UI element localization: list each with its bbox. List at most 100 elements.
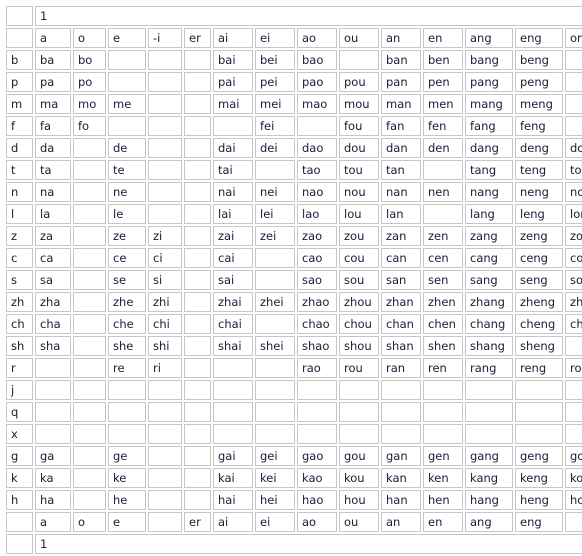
empty-cell [184,72,211,92]
final-header-e: e [108,28,146,48]
syllable-cell: ri [148,358,182,378]
empty-cell [73,446,106,466]
pinyin-syllable-table: 1aoe-ieraieiaoouanenangengongbbabobaibei… [4,4,582,556]
empty-cell [213,358,253,378]
syllable-cell: bang [465,50,513,70]
syllable-cell: cang [465,248,513,268]
syllable-row: zh zha zhe zhi zhai zhei zhao zhou zhan zhen zhang… [6,292,582,312]
empty-cell [184,336,211,356]
syllable-cell: gang [465,446,513,466]
syllable-cell: a [35,512,71,532]
empty-cell [73,424,106,444]
final-header-a: a [35,28,71,48]
syllable-cell: ao [297,512,337,532]
empty-cell [184,402,211,422]
empty-cell [148,424,182,444]
initial-label-g: g [6,446,33,466]
empty-cell [35,402,71,422]
syllable-cell: lan [381,204,421,224]
empty-cell [565,116,582,136]
empty-cell [184,270,211,290]
syllable-cell: teng [515,160,563,180]
syllable-cell: rou [339,358,379,378]
syllable-cell: lou [339,204,379,224]
empty-cell [73,248,106,268]
syllable-cell: dang [465,138,513,158]
syllable-cell: fo [73,116,106,136]
empty-cell [381,402,421,422]
syllable-row: x [6,424,582,444]
initial-label-blank [6,512,33,532]
syllable-cell: cha [35,314,71,334]
syllable-cell: rang [465,358,513,378]
syllable-cell: le [108,204,146,224]
syllable-cell: leng [515,204,563,224]
syllable-row: dda de daideidaodoudandendangdengdong [6,138,582,158]
initial-label-x: x [6,424,33,444]
syllable-cell: she [108,336,146,356]
empty-cell [297,116,337,136]
syllable-cell: pai [213,72,253,92]
empty-cell [423,160,463,180]
empty-cell [213,380,253,400]
initial-label-ch: ch [6,314,33,334]
syllable-cell: gei [255,446,295,466]
empty-cell [73,138,106,158]
syllable-cell: pao [297,72,337,92]
syllable-cell: si [148,270,182,290]
syllable-cell: chai [213,314,253,334]
syllable-cell: chong [565,314,582,334]
syllable-cell: na [35,182,71,202]
empty-cell [108,72,146,92]
empty-cell [339,50,379,70]
final-header-o: o [73,28,106,48]
empty-cell [108,380,146,400]
syllable-cell: zhong [565,292,582,312]
syllable-cell: tang [465,160,513,180]
empty-cell [35,380,71,400]
empty-cell [184,292,211,312]
syllable-cell: tou [339,160,379,180]
syllable-cell: bao [297,50,337,70]
empty-cell [184,314,211,334]
syllable-row: b ba bo bai bei bao ban ben bang beng [6,50,582,70]
initial-label-k: k [6,468,33,488]
syllable-cell: la [35,204,71,224]
empty-cell [255,314,295,334]
bottom-banner-corner-cell [6,534,33,554]
empty-cell [423,204,463,224]
empty-cell [148,160,182,180]
syllable-row: hha he haiheihaohouhanhenhanghenghong [6,490,582,510]
syllable-cell: me [108,94,146,114]
syllable-cell: cen [423,248,463,268]
final-header-ou: ou [339,28,379,48]
syllable-cell: shao [297,336,337,356]
syllable-cell: ba [35,50,71,70]
empty-cell [35,358,71,378]
empty-cell [184,182,211,202]
syllable-cell: mang [465,94,513,114]
syllable-row: nna ne naineinaonounannennangnengnong [6,182,582,202]
syllable-cell: zei [255,226,295,246]
syllable-cell: nao [297,182,337,202]
syllable-cell: ce [108,248,146,268]
empty-cell [423,380,463,400]
syllable-cell: lao [297,204,337,224]
syllable-cell: se [108,270,146,290]
syllable-cell: meng [515,94,563,114]
syllable-cell: po [73,72,106,92]
empty-cell [73,292,106,312]
syllable-cell: dan [381,138,421,158]
syllable-row: j [6,380,582,400]
syllable-cell: rao [297,358,337,378]
header-corner-cell [6,28,33,48]
initial-label-c: c [6,248,33,268]
syllable-cell: sou [339,270,379,290]
empty-cell [255,380,295,400]
empty-cell [73,336,106,356]
empty-cell [565,94,582,114]
final-header-ang: ang [465,28,513,48]
empty-cell [515,380,563,400]
syllable-cell: reng [515,358,563,378]
syllable-cell: zao [297,226,337,246]
